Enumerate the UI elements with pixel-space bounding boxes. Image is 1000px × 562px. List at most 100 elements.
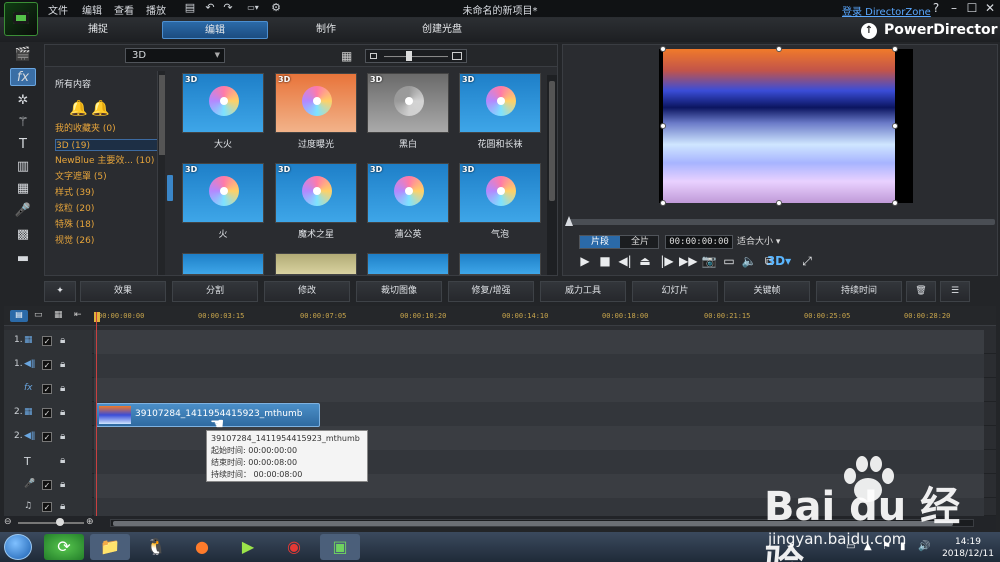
- track-body[interactable]: [94, 330, 984, 354]
- category-newblue[interactable]: NewBlue 主要效... (10): [55, 155, 159, 167]
- menu-edit[interactable]: 编辑: [82, 2, 102, 17]
- resize-handle[interactable]: [892, 46, 898, 52]
- effect-thumb[interactable]: 3D: [275, 73, 357, 133]
- category-3d[interactable]: 3D (19): [55, 139, 159, 151]
- effect-thumb[interactable]: 3D: [275, 163, 357, 223]
- thumbnail-size-slider[interactable]: [365, 49, 467, 63]
- fast-forward-icon[interactable]: ▶▶: [679, 253, 697, 269]
- lock-icon[interactable]: 🔒︎: [60, 383, 65, 394]
- category-style[interactable]: 样式 (39): [55, 187, 159, 199]
- volume-icon[interactable]: 🔈: [741, 253, 757, 269]
- voice-over-icon[interactable]: 🎤: [10, 202, 36, 220]
- grid-view-icon[interactable]: ▦: [341, 49, 355, 63]
- resize-handle[interactable]: [776, 46, 782, 52]
- library-scrollbar[interactable]: [547, 75, 557, 275]
- effects-room-icon[interactable]: fx: [10, 68, 36, 86]
- track-body[interactable]: [94, 354, 984, 378]
- lock-icon[interactable]: 🔒︎: [60, 479, 65, 490]
- preview-screen[interactable]: [659, 46, 913, 206]
- resize-handle[interactable]: [892, 123, 898, 129]
- resize-handle[interactable]: [660, 123, 666, 129]
- external-view-icon[interactable]: ⤢: [799, 253, 815, 269]
- lock-icon[interactable]: 🔒︎: [60, 455, 65, 466]
- power-tools-button[interactable]: 威力工具: [540, 281, 626, 302]
- minimize-button[interactable]: –: [946, 1, 962, 15]
- effect-thumb[interactable]: [367, 253, 449, 275]
- tab-produce[interactable]: 制作: [288, 21, 364, 39]
- snapshot-camera-icon[interactable]: 📷: [701, 253, 717, 269]
- category-favorites[interactable]: 我的收藏夹 (0): [55, 123, 159, 135]
- track-enable-checkbox[interactable]: ✓: [42, 384, 52, 394]
- lock-icon[interactable]: 🔒︎: [60, 501, 65, 512]
- menu-view[interactable]: 查看: [114, 2, 134, 17]
- preview-seek-bar[interactable]: [567, 219, 995, 225]
- taskbar-app-refresh-icon[interactable]: ⟳: [44, 534, 84, 560]
- fix-enhance-button[interactable]: 修复/增强: [448, 281, 534, 302]
- 3d-mode-button[interactable]: 3D▾: [765, 253, 793, 269]
- tab-capture[interactable]: 捕捉: [60, 21, 136, 39]
- effect-thumb[interactable]: [459, 253, 541, 275]
- playhead-handle[interactable]: [94, 312, 100, 322]
- track-body[interactable]: [94, 378, 984, 402]
- zoom-out-icon[interactable]: ⊖: [4, 517, 12, 527]
- duration-button[interactable]: 持续时间: [816, 281, 902, 302]
- effect-thumb[interactable]: 3D: [367, 73, 449, 133]
- play-icon[interactable]: ▶: [577, 253, 593, 269]
- menu-play[interactable]: 播放: [146, 2, 166, 17]
- menu-file[interactable]: 文件: [48, 2, 68, 17]
- close-button[interactable]: ✕: [982, 1, 998, 15]
- fit-size-dropdown[interactable]: 适合大小 ▾: [737, 235, 797, 249]
- timeline-ruler[interactable]: ▤ ▭ ▦ ⇤ 00:00:00:00 00:00:03:15 00:00:07…: [4, 306, 996, 326]
- timeline-zoom-slider[interactable]: [18, 522, 84, 524]
- split-icon[interactable]: ⏏: [637, 253, 653, 269]
- track-enable-checkbox[interactable]: ✓: [42, 502, 52, 512]
- next-frame-icon[interactable]: |▶: [659, 253, 675, 269]
- pip-room-icon[interactable]: ✲: [10, 92, 36, 110]
- chapter-room-icon[interactable]: ▩: [10, 226, 36, 244]
- tab-edit[interactable]: 编辑: [162, 21, 268, 39]
- panel-collapse-handle[interactable]: [167, 175, 173, 201]
- movie-mode-button[interactable]: 全片: [620, 236, 660, 248]
- magic-tools-icon[interactable]: ✦: [44, 281, 76, 302]
- track-enable-checkbox[interactable]: ✓: [42, 480, 52, 490]
- track-enable-checkbox[interactable]: ✓: [42, 336, 52, 346]
- taskbar-media-icon[interactable]: ▶: [228, 534, 268, 560]
- redo-icon[interactable]: ↷: [222, 2, 234, 14]
- storyboard-view-icon[interactable]: ▭: [34, 310, 43, 320]
- effect-thumb[interactable]: [275, 253, 357, 275]
- preview-display-icon[interactable]: ▭: [721, 253, 737, 269]
- resize-handle[interactable]: [776, 200, 782, 206]
- effect-category-dropdown[interactable]: 3D: [125, 48, 225, 63]
- effect-thumb[interactable]: 3D: [182, 163, 264, 223]
- zoom-in-icon[interactable]: ⊕: [86, 517, 94, 527]
- lock-icon[interactable]: 🔒︎: [60, 407, 65, 418]
- crop-image-button[interactable]: 裁切图像: [356, 281, 442, 302]
- lock-icon[interactable]: 🔒︎: [60, 359, 65, 370]
- category-scrollbar[interactable]: [157, 71, 165, 275]
- resize-handle[interactable]: [660, 46, 666, 52]
- add-tag-icon[interactable]: 🔔: [69, 99, 88, 117]
- track-enable-checkbox[interactable]: ✓: [42, 432, 52, 442]
- save-icon[interactable]: ▤: [184, 2, 196, 14]
- lock-icon[interactable]: 🔒︎: [60, 335, 65, 346]
- prev-frame-icon[interactable]: ◀|: [617, 253, 633, 269]
- category-particle[interactable]: 炫粒 (20): [55, 203, 159, 215]
- effect-thumb[interactable]: 3D: [459, 73, 541, 133]
- title-room-icon[interactable]: T: [10, 136, 36, 154]
- taskbar-powerdirector-icon[interactable]: ▣: [320, 534, 360, 560]
- effect-thumb[interactable]: [182, 253, 264, 275]
- category-text-mask[interactable]: 文字遮罩 (5): [55, 171, 159, 183]
- timeline-zoom-knob[interactable]: [56, 518, 64, 526]
- taskbar-firefox-icon[interactable]: ●: [182, 534, 222, 560]
- track-manager-icon[interactable]: ▦: [54, 310, 63, 320]
- taskbar-explorer-icon[interactable]: 📁: [90, 534, 130, 560]
- category-special[interactable]: 特殊 (18): [55, 219, 159, 231]
- subtitle-room-icon[interactable]: ▬: [10, 250, 36, 268]
- track-enable-checkbox[interactable]: ✓: [42, 360, 52, 370]
- login-directorzone-link[interactable]: 登录 DirectorZone: [842, 3, 931, 18]
- timecode-display[interactable]: 00:00:00:00: [665, 235, 733, 249]
- timeline-view-icon[interactable]: ▤: [10, 310, 28, 322]
- particle-room-icon[interactable]: ⚚: [10, 114, 36, 132]
- playhead-line[interactable]: [96, 312, 97, 526]
- keyframe-button[interactable]: 关键帧: [724, 281, 810, 302]
